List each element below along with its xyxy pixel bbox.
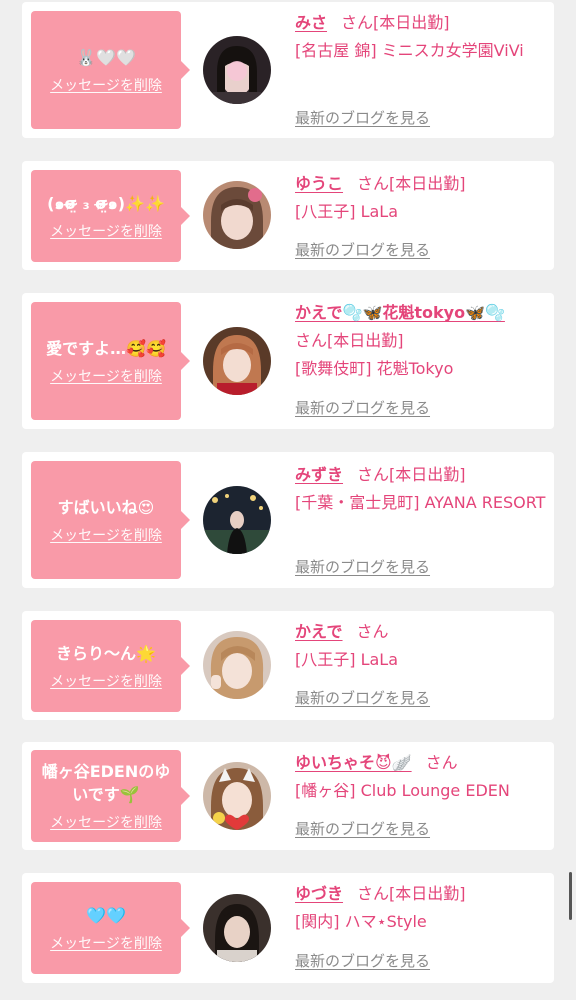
shop-name: [幡ヶ谷] Club Lounge EDEN (295, 781, 510, 800)
message-text: 🐰🤍🤍 (76, 47, 136, 67)
message-bubble: すばいいね😍 メッセージを削除 (31, 461, 190, 579)
message-text: 幡ヶ谷EDENのゆいです🌱 (41, 762, 171, 804)
list-item: 🐰🤍🤍 メッセージを削除 みさ さん[本日出勤] [名古屋 錦] ミニスカ女学園V… (22, 2, 554, 138)
profile-info: みさ さん[本日出勤] [名古屋 錦] ミニスカ女学園ViVi (295, 9, 547, 65)
honorific: さん (425, 753, 458, 772)
latest-blog-link[interactable]: 最新のブログを見る (295, 397, 430, 418)
work-status: [本日出勤] (373, 13, 450, 32)
shop-name: [八王子] LaLa (295, 202, 399, 221)
list-item: すばいいね😍 メッセージを削除 みずき さん[本日出勤] [千葉・富士見町] AY… (22, 452, 554, 588)
honorific: さん (357, 465, 390, 484)
work-status: [本日出勤] (389, 465, 466, 484)
delete-message-link[interactable]: メッセージを削除 (50, 221, 162, 241)
message-bubble: きらり〜ん🌟 メッセージを削除 (31, 620, 190, 712)
honorific: さん (357, 884, 390, 903)
message-text: きらり〜ん🌟 (56, 643, 156, 663)
message-text: 愛ですよ…🥰🥰 (46, 338, 166, 358)
honorific: さん (341, 13, 374, 32)
delete-message-link[interactable]: メッセージを削除 (50, 366, 162, 386)
work-status: [本日出勤] (327, 331, 404, 350)
honorific: さん (356, 622, 389, 641)
message-text: すばいいね😍 (57, 497, 155, 517)
avatar[interactable] (203, 181, 271, 249)
latest-blog-link[interactable]: 最新のブログを見る (295, 687, 430, 708)
scrollbar[interactable] (569, 872, 572, 920)
girl-name-link[interactable]: ゆうこ (295, 174, 343, 193)
avatar[interactable] (203, 486, 271, 554)
list-item: 愛ですよ…🥰🥰 メッセージを削除 かえで🫧🦋花魁tokyo🦋🫧 さん[本日出勤]… (22, 293, 554, 429)
shop-name: [八王子] LaLa (295, 650, 399, 669)
message-bubble: 愛ですよ…🥰🥰 メッセージを削除 (31, 302, 190, 420)
shop-name: [関内] ハマ⋆Style (295, 912, 427, 931)
profile-info: みずき さん[本日出勤] [千葉・富士見町] AYANA RESORT (295, 461, 547, 517)
avatar[interactable] (203, 762, 271, 830)
girl-name-link[interactable]: ゆいちゃそ😈🪽 (295, 753, 412, 772)
avatar[interactable] (203, 631, 271, 699)
work-status: [本日出勤] (389, 884, 466, 903)
latest-blog-link[interactable]: 最新のブログを見る (295, 239, 430, 260)
delete-message-link[interactable]: メッセージを削除 (50, 933, 162, 953)
list-item: 幡ヶ谷EDENのゆいです🌱 メッセージを削除 ゆいちゃそ😈🪽 さん [幡ヶ谷] C… (22, 742, 554, 850)
girl-name-link[interactable]: みずき (295, 465, 343, 484)
honorific: さん (357, 174, 390, 193)
girl-name-link[interactable]: みさ (295, 13, 327, 32)
message-text: (๑σ̴̶̷̤ ₃ σ̴̶̷̤๑)✨✨ (47, 193, 165, 213)
latest-blog-link[interactable]: 最新のブログを見る (295, 950, 430, 971)
girl-name-link[interactable]: かえで🫧🦋花魁tokyo🦋🫧 (295, 303, 505, 322)
avatar[interactable] (203, 894, 271, 962)
shop-name: [歌舞伎町] 花魁Tokyo (295, 359, 454, 378)
profile-info: かえで さん [八王子] LaLa (295, 618, 547, 674)
profile-info: ゆづき さん[本日出勤] [関内] ハマ⋆Style (295, 880, 547, 936)
honorific: さん (295, 331, 328, 350)
girl-name-link[interactable]: かえで (295, 622, 343, 641)
list-item: 🩵🩵 メッセージを削除 ゆづき さん[本日出勤] [関内] ハマ⋆Style 最新… (22, 873, 554, 983)
message-bubble: (๑σ̴̶̷̤ ₃ σ̴̶̷̤๑)✨✨ メッセージを削除 (31, 170, 190, 262)
delete-message-link[interactable]: メッセージを削除 (50, 525, 162, 545)
message-bubble: 幡ヶ谷EDENのゆいです🌱 メッセージを削除 (31, 750, 190, 842)
profile-info: ゆいちゃそ😈🪽 さん [幡ヶ谷] Club Lounge EDEN (295, 749, 547, 805)
shop-name: [千葉・富士見町] AYANA RESORT (295, 493, 546, 512)
message-bubble: 🩵🩵 メッセージを削除 (31, 882, 190, 974)
list-item: きらり〜ん🌟 メッセージを削除 かえで さん [八王子] LaLa 最新のブログを… (22, 611, 554, 720)
list-item: (๑σ̴̶̷̤ ₃ σ̴̶̷̤๑)✨✨ メッセージを削除 ゆうこ さん[本日出勤]… (22, 161, 554, 270)
girl-name-link[interactable]: ゆづき (295, 884, 343, 903)
latest-blog-link[interactable]: 最新のブログを見る (295, 818, 430, 839)
shop-name: [名古屋 錦] ミニスカ女学園ViVi (295, 41, 524, 60)
latest-blog-link[interactable]: 最新のブログを見る (295, 556, 430, 577)
delete-message-link[interactable]: メッセージを削除 (50, 671, 162, 691)
delete-message-link[interactable]: メッセージを削除 (50, 812, 162, 832)
avatar[interactable] (203, 36, 271, 104)
avatar[interactable] (203, 327, 271, 395)
profile-info: かえで🫧🦋花魁tokyo🦋🫧 さん[本日出勤] [歌舞伎町] 花魁Tokyo (295, 299, 547, 383)
profile-info: ゆうこ さん[本日出勤] [八王子] LaLa (295, 170, 547, 226)
latest-blog-link[interactable]: 最新のブログを見る (295, 107, 430, 128)
work-status: [本日出勤] (389, 174, 466, 193)
message-bubble: 🐰🤍🤍 メッセージを削除 (31, 11, 190, 129)
message-text: 🩵🩵 (86, 905, 126, 925)
delete-message-link[interactable]: メッセージを削除 (50, 75, 162, 95)
